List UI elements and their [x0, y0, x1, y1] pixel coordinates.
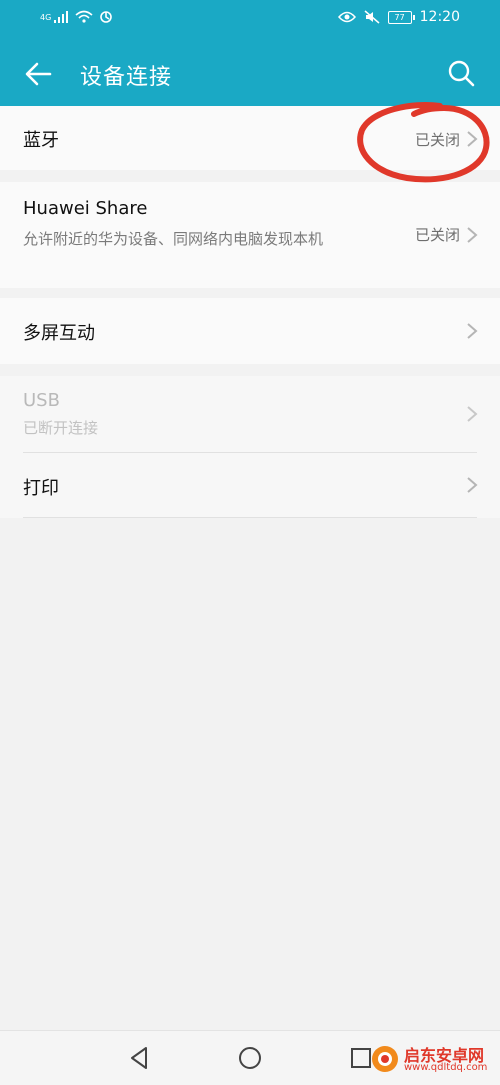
search-icon[interactable]	[446, 58, 476, 88]
print-row[interactable]: 打印	[0, 453, 500, 517]
wifi-icon	[75, 10, 93, 23]
chevron-right-icon	[467, 227, 478, 243]
hotspot-icon	[100, 11, 113, 23]
multiscreen-row[interactable]: 多屏互动	[0, 298, 500, 364]
app-bar: 设备连接	[0, 40, 500, 106]
watermark: 启东安卓网 www.qdltdq.com	[370, 1040, 495, 1080]
multiscreen-group: 多屏互动	[0, 298, 500, 364]
clock: 12:20	[419, 9, 460, 25]
bluetooth-row[interactable]: 蓝牙 已关闭	[0, 106, 500, 170]
nav-back-icon[interactable]	[126, 1045, 152, 1071]
bluetooth-group: 蓝牙 已关闭	[0, 106, 500, 170]
back-arrow-icon[interactable]	[22, 58, 54, 90]
battery-icon: 77	[387, 10, 415, 24]
status-bar: 4G 77 12:20	[0, 0, 500, 40]
chevron-right-icon	[467, 406, 478, 422]
eye-comfort-icon	[337, 11, 356, 23]
mute-icon	[364, 10, 380, 24]
usb-label: USB	[23, 390, 60, 411]
huawei-share-group: Huawei Share 允许附近的华为设备、同网络内电脑发现本机 已关闭	[0, 182, 500, 288]
huawei-share-label: Huawei Share	[23, 198, 148, 219]
huawei-share-description: 允许附近的华为设备、同网络内电脑发现本机	[23, 230, 324, 248]
page-title: 设备连接	[80, 65, 173, 90]
bluetooth-label: 蓝牙	[23, 130, 59, 151]
watermark-url: www.qdltdq.com	[404, 1062, 488, 1073]
print-label: 打印	[23, 478, 59, 499]
network-type: 4G	[40, 12, 52, 22]
status-left: 4G	[40, 10, 113, 24]
usb-row: USB 已断开连接	[0, 376, 500, 452]
chevron-right-icon	[467, 323, 478, 339]
chevron-right-icon	[467, 477, 478, 493]
watermark-logo-icon	[372, 1046, 398, 1072]
status-right: 77 12:20	[337, 9, 460, 25]
usb-print-group: USB 已断开连接 打印	[0, 376, 500, 518]
usb-status: 已断开连接	[23, 419, 99, 437]
huawei-share-row[interactable]: Huawei Share 允许附近的华为设备、同网络内电脑发现本机 已关闭	[0, 182, 500, 288]
chevron-right-icon	[467, 131, 478, 147]
divider	[23, 517, 477, 518]
multiscreen-label: 多屏互动	[23, 323, 95, 344]
signal-icon	[54, 11, 69, 23]
bluetooth-status: 已关闭	[414, 131, 460, 149]
nav-home-icon[interactable]	[237, 1045, 263, 1071]
huawei-share-status: 已关闭	[414, 226, 460, 244]
